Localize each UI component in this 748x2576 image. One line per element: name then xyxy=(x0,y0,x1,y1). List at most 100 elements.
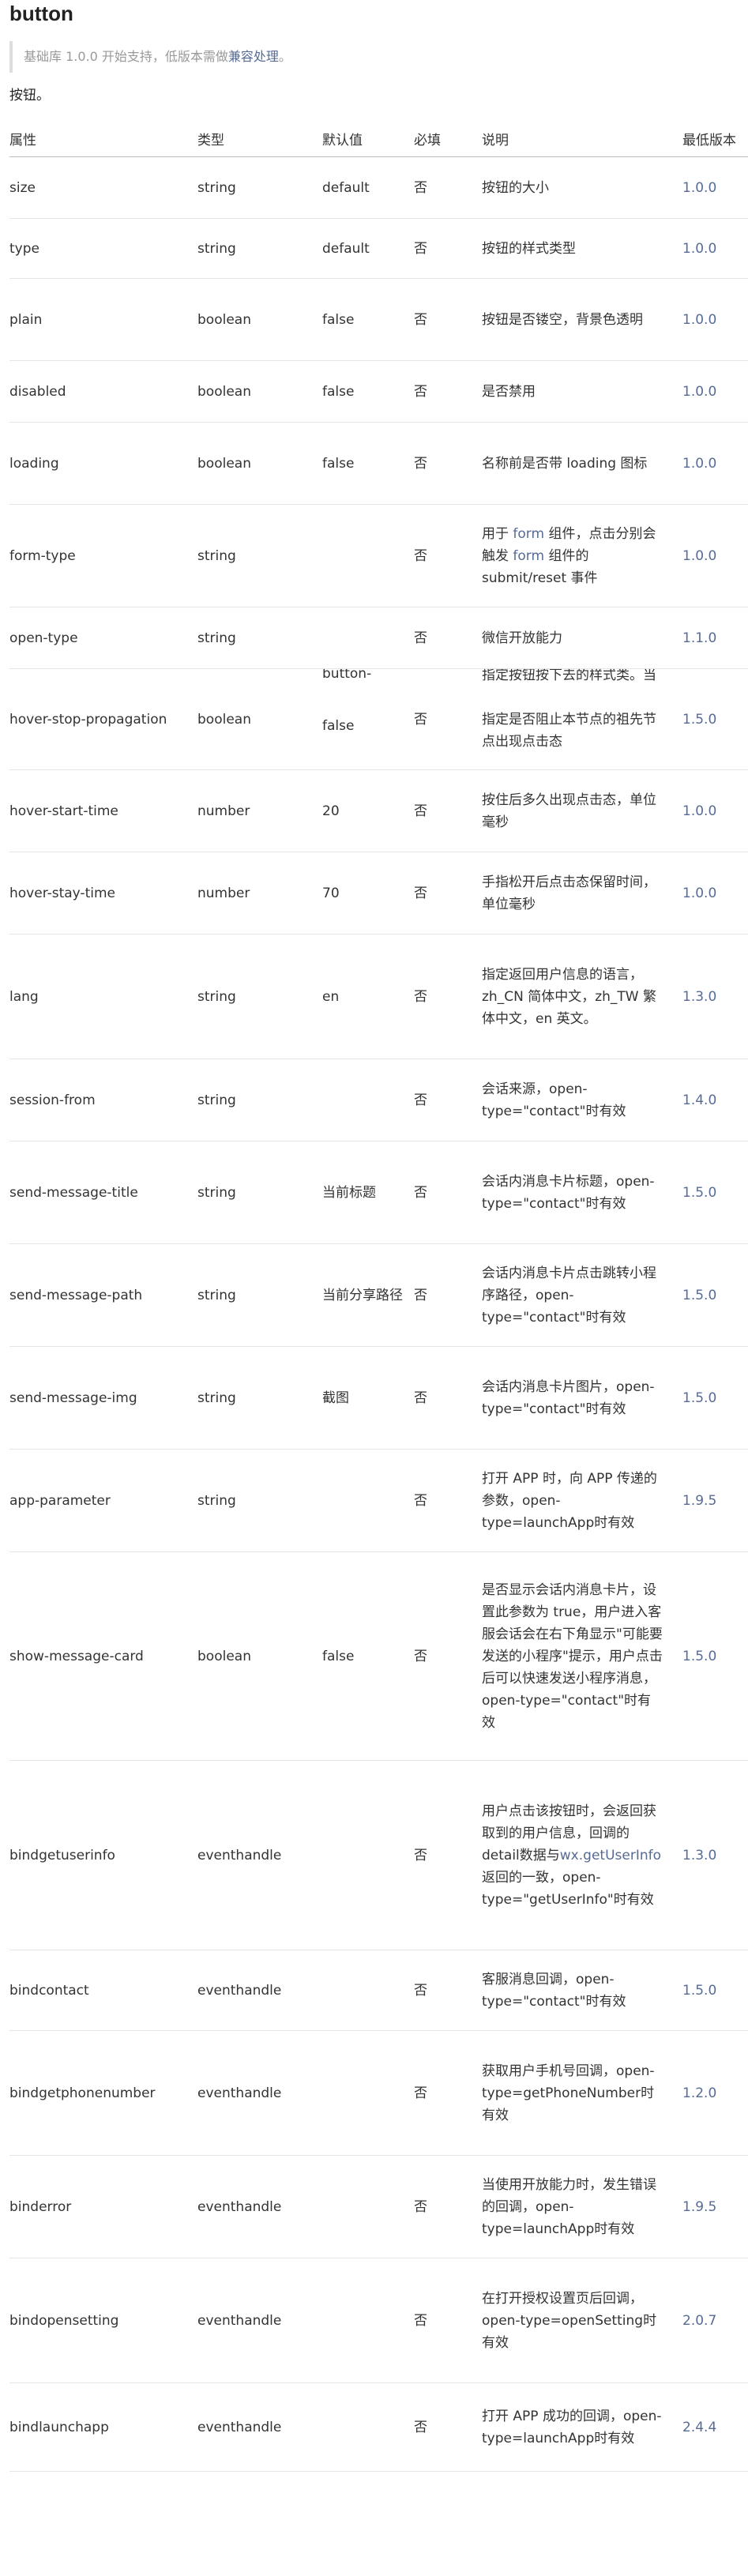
note-suffix: 。 xyxy=(278,49,291,64)
table-row: open-type string 否微信开放能力 1.1.0 xyxy=(9,607,748,669)
attr-required: 否 xyxy=(414,2030,482,2156)
overlapped-description-text: 指定按钮按下去的样式类。当 xyxy=(482,668,656,684)
attributes-table: 属性 类型 默认值 必填 说明 最低版本 size string default 否按… xyxy=(9,120,748,2472)
attr-description: 手指松开后点击态保留时间，单位毫秒 xyxy=(482,852,682,935)
attr-type: string xyxy=(197,934,322,1059)
attr-name: show-message-card xyxy=(9,1551,197,1761)
table-row: hover-stop-propagation boolean button-fals… xyxy=(9,668,748,770)
table-row: type string default 否按钮的样式类型 1.0.0 xyxy=(9,218,748,279)
table-row: binderror eventhandle 否当使用开放能力时，发生错误的回调，op… xyxy=(9,2155,748,2258)
attr-description: 会话内消息卡片点击跳转小程序路径，open-type="contact"时有效 xyxy=(482,1243,682,1347)
api-link[interactable]: form xyxy=(513,526,544,542)
attr-min-version: 1.9.5 xyxy=(682,1449,748,1552)
attr-type: string xyxy=(197,1346,322,1450)
attr-type: eventhandle xyxy=(197,2258,322,2383)
note-prefix: 基础库 1.0.0 开始支持，低版本需做 xyxy=(24,49,228,64)
overlapped-default-text: button- xyxy=(322,668,372,683)
attr-min-version: 1.0.0 xyxy=(682,278,748,361)
header-min-version: 最低版本 xyxy=(682,120,748,157)
attr-description: 会话内消息卡片图片，open-type="contact"时有效 xyxy=(482,1346,682,1450)
attr-min-version: 1.0.0 xyxy=(682,422,748,505)
attr-default xyxy=(322,1760,414,1950)
api-link[interactable]: wx.getUserInfo xyxy=(560,1848,661,1863)
attr-name: bindcontact xyxy=(9,1950,197,2031)
attr-description: 微信开放能力 xyxy=(482,607,682,669)
attr-min-version: 1.0.0 xyxy=(682,504,748,607)
header-required: 必填 xyxy=(414,120,482,157)
attr-type: string xyxy=(197,1141,322,1244)
api-link[interactable]: form xyxy=(513,548,544,564)
attr-min-version: 1.1.0 xyxy=(682,607,748,669)
attr-default xyxy=(322,607,414,669)
intro-text: 按钮。 xyxy=(9,88,50,103)
attr-name: loading xyxy=(9,422,197,505)
attr-type: string xyxy=(197,504,322,607)
attr-type: eventhandle xyxy=(197,2030,322,2156)
attr-type: string xyxy=(197,156,322,219)
attr-name: send-message-title xyxy=(9,1141,197,1244)
attr-default: false xyxy=(322,422,414,505)
attr-description: 会话内消息卡片标题，open-type="contact"时有效 xyxy=(482,1141,682,1244)
table-row: bindgetuserinfo eventhandle 否用户点击该按钮时，会返回获… xyxy=(9,1760,748,1950)
attr-name: bindgetphonenumber xyxy=(9,2030,197,2156)
description-text: 指定是否阻止本节点的祖先节点出现点击态 xyxy=(482,708,663,753)
attr-default xyxy=(322,2030,414,2156)
attr-description: 打开 APP 成功的回调，open-type=launchApp时有效 xyxy=(482,2382,682,2472)
attr-name: session-from xyxy=(9,1059,197,1141)
attr-min-version: 1.4.0 xyxy=(682,1059,748,1141)
attr-name: bindlaunchapp xyxy=(9,2382,197,2472)
table-row: form-type string 否用于 form 组件，点击分别会触发 form … xyxy=(9,504,748,607)
attr-name: form-type xyxy=(9,504,197,607)
attr-name: lang xyxy=(9,934,197,1059)
attr-min-version: 1.0.0 xyxy=(682,156,748,219)
attr-description: 获取用户手机号回调，open-type=getPhoneNumber时有效 xyxy=(482,2030,682,2156)
attr-description: 按住后多久出现点击态，单位毫秒 xyxy=(482,769,682,852)
table-row: plain boolean false 否按钮是否镂空，背景色透明 1.0.0 xyxy=(9,278,748,361)
attr-name: hover-start-time xyxy=(9,769,197,852)
attr-type: eventhandle xyxy=(197,2155,322,2258)
table-row: disabled boolean false 否是否禁用 1.0.0 xyxy=(9,360,748,423)
page-title: button xyxy=(9,2,73,25)
attr-required: 否 xyxy=(414,1950,482,2031)
attr-default: en xyxy=(322,934,414,1059)
table-row: loading boolean false 否名称前是否带 loading 图标 1.0… xyxy=(9,422,748,505)
attr-default: 70 xyxy=(322,852,414,935)
attr-description: 指定返回用户信息的语言，zh_CN 简体中文，zh_TW 繁体中文，en 英文。 xyxy=(482,934,682,1059)
table-row: hover-start-time number 20 否按住后多久出现点击态，单位毫秒… xyxy=(9,769,748,852)
attr-name: bindgetuserinfo xyxy=(9,1760,197,1950)
attr-name: binderror xyxy=(9,2155,197,2258)
attr-required: 否 xyxy=(414,2155,482,2258)
attr-required: 否 xyxy=(414,218,482,279)
attr-required: 否 xyxy=(414,422,482,505)
table-row: hover-stay-time number 70 否手指松开后点击态保留时间，单位毫… xyxy=(9,852,748,935)
attr-min-version: 1.5.0 xyxy=(682,1551,748,1761)
attr-name: hover-stay-time xyxy=(9,852,197,935)
attr-default: false xyxy=(322,278,414,361)
attr-type: boolean xyxy=(197,278,322,361)
attr-min-version: 1.0.0 xyxy=(682,360,748,423)
table-row: app-parameter string 否打开 APP 时，向 APP 传递的参数… xyxy=(9,1449,748,1552)
attr-default xyxy=(322,1059,414,1141)
header-type: 类型 xyxy=(197,120,322,157)
attr-name: bindopensetting xyxy=(9,2258,197,2383)
default-value-text: false xyxy=(322,717,355,734)
attr-name: open-type xyxy=(9,607,197,669)
attr-description: 名称前是否带 loading 图标 xyxy=(482,422,682,505)
attr-required: 否 xyxy=(414,1551,482,1761)
attr-type: eventhandle xyxy=(197,1950,322,2031)
attr-description: 是否禁用 xyxy=(482,360,682,423)
attr-required: 否 xyxy=(414,1059,482,1141)
attr-description: 按钮的大小 xyxy=(482,156,682,219)
version-note: 基础库 1.0.0 开始支持，低版本需做兼容处理。 xyxy=(9,41,420,73)
attr-type: number xyxy=(197,769,322,852)
compat-link[interactable]: 兼容处理 xyxy=(228,49,279,64)
attr-description: 打开 APP 时，向 APP 传递的参数，open-type=launchApp… xyxy=(482,1449,682,1552)
attr-description: 用户点击该按钮时，会返回获取到的用户信息，回调的detail数据与wx.getU… xyxy=(482,1760,682,1950)
attr-type: string xyxy=(197,607,322,669)
table-row: size string default 否按钮的大小 1.0.0 xyxy=(9,156,748,219)
attr-name: send-message-path xyxy=(9,1243,197,1347)
attr-name: type xyxy=(9,218,197,279)
attr-required: 否 xyxy=(414,504,482,607)
attr-default xyxy=(322,2155,414,2258)
table-row: show-message-card boolean false 否是否显示会话内消息卡… xyxy=(9,1551,748,1761)
